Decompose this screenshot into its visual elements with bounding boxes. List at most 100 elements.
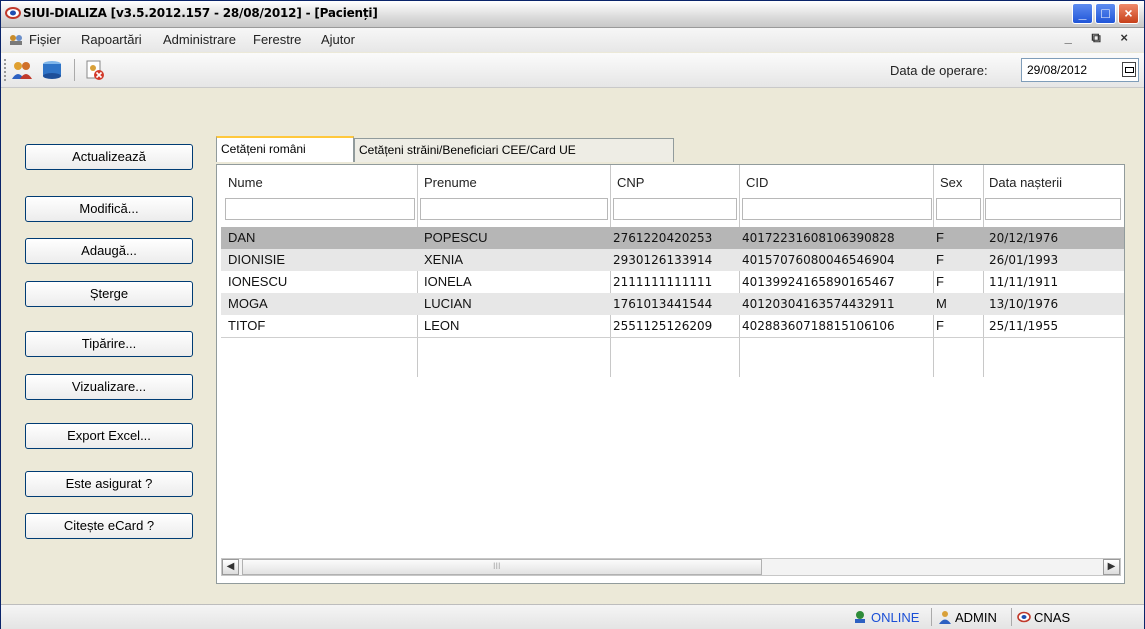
column-header-cnp[interactable]: CNP xyxy=(617,175,644,190)
filter-cnp[interactable] xyxy=(613,198,737,220)
calendar-icon[interactable] xyxy=(1122,62,1136,77)
cell-cnp: 2111111111111 xyxy=(613,275,713,289)
menu-ajutor[interactable]: Ajutor xyxy=(321,32,355,47)
table-row[interactable]: DIONISIE XENIA 2930126133914 40157076080… xyxy=(221,249,1124,271)
minimize-button[interactable]: _ xyxy=(1072,3,1093,24)
toolbar: Data de operare: 29/08/2012 xyxy=(1,53,1144,88)
scroll-right-icon[interactable]: ▶ xyxy=(1103,559,1120,575)
cell-data-nasterii: 11/11/1911 xyxy=(989,275,1059,289)
globe-user-icon xyxy=(855,611,865,623)
cnas-logo-icon xyxy=(1017,611,1031,623)
cell-sex: F xyxy=(936,252,944,267)
cell-nume: IONESCU xyxy=(228,274,288,289)
status-separator xyxy=(1011,608,1012,626)
online-status: ONLINE xyxy=(871,610,920,625)
export-excel-button[interactable]: Export Excel... xyxy=(25,423,193,449)
menu-administrare[interactable]: Administrare xyxy=(163,32,236,47)
toolbar-grip[interactable] xyxy=(4,59,9,81)
close-button[interactable]: × xyxy=(1118,3,1139,24)
filter-nume[interactable] xyxy=(225,198,415,220)
tab-foreign-citizens[interactable]: Cetățeni străini/Beneficiari CEE/Card UE xyxy=(354,138,674,162)
menu-rapoartari[interactable]: Rapoartări xyxy=(81,32,142,47)
horizontal-scrollbar[interactable]: ◀ ▶ xyxy=(221,558,1121,576)
table-row[interactable]: MOGA LUCIAN 1761013441544 40120304163574… xyxy=(221,293,1124,315)
cell-data-nasterii: 26/01/1993 xyxy=(989,253,1059,267)
mdi-child-icon[interactable] xyxy=(9,34,23,46)
menu-fisier[interactable]: Fișier xyxy=(29,32,61,47)
cell-prenume: POPESCU xyxy=(424,230,488,245)
database-icon[interactable] xyxy=(41,59,63,81)
add-button[interactable]: Adaugă... xyxy=(25,238,193,264)
cell-sex: F xyxy=(936,230,944,245)
maximize-icon: □ xyxy=(1101,5,1110,21)
filter-sex[interactable] xyxy=(936,198,981,220)
tab-romanian-citizens[interactable]: Cetățeni români xyxy=(216,136,354,162)
filter-cid[interactable] xyxy=(742,198,932,220)
user-status: ADMIN xyxy=(955,610,997,625)
print-button[interactable]: Tipărire... xyxy=(25,331,193,357)
patients-table: Nume Prenume CNP CID Sex Data nașterii D… xyxy=(216,164,1125,584)
mdi-window-controls[interactable]: _ ⧉ × xyxy=(1065,30,1136,46)
table-row[interactable]: TITOF LEON 2551125126209 402883607188151… xyxy=(221,315,1124,337)
menu-bar: Fișier Rapoartări Administrare Ferestre … xyxy=(1,28,1144,52)
toolbar-separator xyxy=(74,59,75,81)
cell-sex: M xyxy=(936,296,947,311)
read-ecard-button[interactable]: Citește eCard ? xyxy=(25,513,193,539)
menu-ferestre[interactable]: Ferestre xyxy=(253,32,301,47)
edit-button[interactable]: Modifică... xyxy=(25,196,193,222)
cell-prenume: XENIA xyxy=(424,252,464,267)
cell-prenume: IONELA xyxy=(424,274,472,289)
window-title: SIUI-DIALIZA [v3.5.2012.157 - 28/08/2012… xyxy=(23,6,378,20)
status-bar: ONLINE ADMIN CNAS xyxy=(1,604,1144,629)
column-header-cid[interactable]: CID xyxy=(746,175,768,190)
status-separator xyxy=(931,608,932,626)
cell-data-nasterii: 13/10/1976 xyxy=(989,297,1059,311)
app-logo-icon xyxy=(5,7,21,19)
delete-button[interactable]: Șterge xyxy=(25,281,193,307)
maximize-button[interactable]: □ xyxy=(1095,3,1116,24)
filter-data-nasterii[interactable] xyxy=(985,198,1121,220)
cell-sex: F xyxy=(936,274,944,289)
date-label: Data de operare: xyxy=(890,63,988,78)
column-header-nume[interactable]: Nume xyxy=(228,175,263,190)
cell-nume: TITOF xyxy=(228,318,266,333)
close-icon: × xyxy=(1124,5,1133,21)
cell-cnp: 2930126133914 xyxy=(613,253,713,267)
server-status: CNAS xyxy=(1034,610,1071,625)
cell-nume: DAN xyxy=(228,230,256,245)
minimize-icon: _ xyxy=(1078,5,1087,21)
column-header-sex[interactable]: Sex xyxy=(940,175,962,190)
column-header-data-nasterii[interactable]: Data nașterii xyxy=(989,175,1062,190)
cell-cnp: 2761220420253 xyxy=(613,231,713,245)
row-divider xyxy=(221,337,1124,338)
scroll-thumb[interactable] xyxy=(242,559,762,575)
cell-prenume: LEON xyxy=(424,318,460,333)
check-insured-button[interactable]: Este asigurat ? xyxy=(25,471,193,497)
column-header-prenume[interactable]: Prenume xyxy=(424,175,477,190)
cell-cid: 40172231608106390828 xyxy=(742,231,895,245)
app-window: SIUI-DIALIZA [v3.5.2012.157 - 28/08/2012… xyxy=(0,0,1145,629)
filter-prenume[interactable] xyxy=(420,198,608,220)
cell-cid: 40157076080046546904 xyxy=(742,253,895,267)
cell-prenume: LUCIAN xyxy=(424,296,472,311)
cell-data-nasterii: 25/11/1955 xyxy=(989,319,1059,333)
cell-cid: 40120304163574432911 xyxy=(742,297,895,311)
cell-cnp: 2551125126209 xyxy=(613,319,713,333)
preview-button[interactable]: Vizualizare... xyxy=(25,374,193,400)
cell-sex: F xyxy=(936,318,944,333)
operation-date-field[interactable]: 29/08/2012 xyxy=(1021,58,1139,82)
cell-nume: MOGA xyxy=(228,296,268,311)
cell-nume: DIONISIE xyxy=(228,252,286,267)
operation-date-value: 29/08/2012 xyxy=(1027,63,1088,77)
table-row[interactable]: IONESCU IONELA 2111111111111 40139924165… xyxy=(221,271,1124,293)
cell-cid: 40288360718815106106 xyxy=(742,319,895,333)
cell-data-nasterii: 20/12/1976 xyxy=(989,231,1059,245)
refresh-button[interactable]: Actualizează xyxy=(25,144,193,170)
user-icon xyxy=(939,611,951,624)
patients-icon[interactable] xyxy=(11,59,33,81)
table-row[interactable]: DAN POPESCU 2761220420253 40172231608106… xyxy=(221,227,1124,249)
document-close-icon[interactable] xyxy=(83,59,105,81)
title-bar[interactable]: SIUI-DIALIZA [v3.5.2012.157 - 28/08/2012… xyxy=(1,1,1144,28)
scroll-left-icon[interactable]: ◀ xyxy=(222,559,239,575)
cell-cnp: 1761013441544 xyxy=(613,297,713,311)
